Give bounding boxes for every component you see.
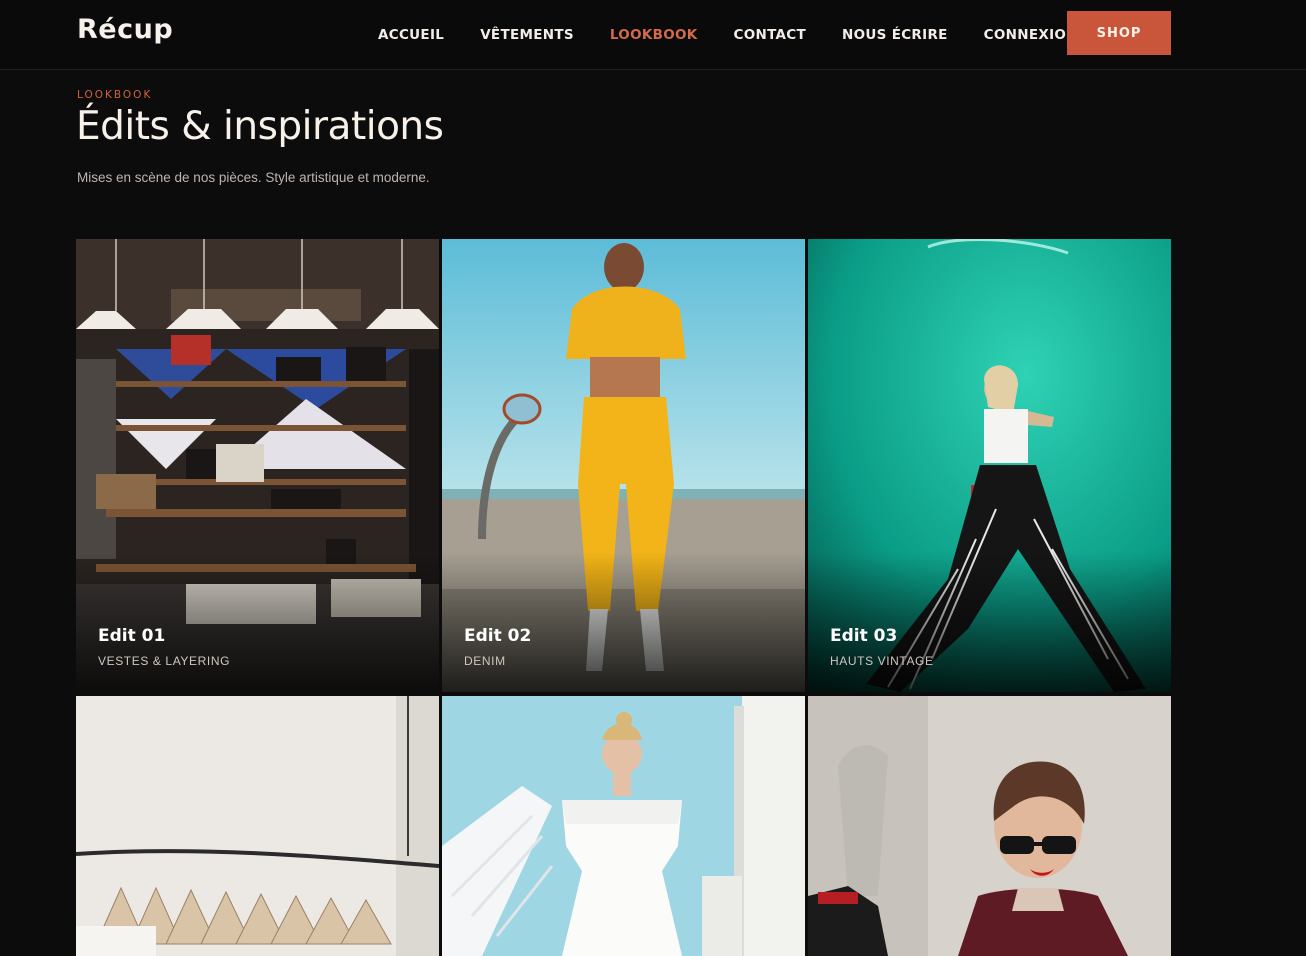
- card-title: Edit 01: [98, 626, 166, 646]
- shop-button[interactable]: SHOP: [1067, 11, 1171, 55]
- card-category: DENIM: [464, 654, 506, 668]
- main-nav: ACCUEIL VÊTEMENTS LOOKBOOK CONTACT NOUS …: [360, 0, 1096, 69]
- lookbook-card-clothing-rack[interactable]: [76, 696, 439, 956]
- lookbook-card-white-dress[interactable]: [442, 696, 805, 956]
- card-title: Edit 02: [464, 626, 532, 646]
- page-subtitle: Mises en scène de nos pièces. Style arti…: [77, 170, 430, 185]
- lookbook-card-sunglasses[interactable]: [808, 696, 1171, 956]
- nav-item-connexion[interactable]: CONNEXION: [984, 27, 1078, 43]
- clothing-rack-photo: [76, 696, 439, 956]
- card-title: Edit 03: [830, 626, 898, 646]
- nav-item-vetements[interactable]: VÊTEMENTS: [480, 27, 574, 43]
- card-category: VESTES & LAYERING: [98, 654, 231, 668]
- nav-item-accueil[interactable]: ACCUEIL: [378, 27, 444, 43]
- nav-item-contact[interactable]: CONTACT: [734, 27, 807, 43]
- brand-logo[interactable]: Récup: [77, 14, 173, 45]
- white-dress-stairs-photo: [442, 696, 805, 956]
- section-eyebrow: LOOKBOOK: [77, 89, 153, 101]
- lookbook-card-edit-03[interactable]: Edit 03 HAUTS VINTAGE: [808, 239, 1171, 692]
- top-navigation-bar: Récup ACCUEIL VÊTEMENTS LOOKBOOK CONTACT…: [0, 0, 1306, 70]
- sunglasses-portrait-photo: [808, 696, 1171, 956]
- nav-item-lookbook[interactable]: LOOKBOOK: [610, 27, 698, 43]
- page-title: Édits & inspirations: [76, 104, 444, 149]
- lookbook-card-edit-02[interactable]: Edit 02 DENIM: [442, 239, 805, 692]
- card-category: HAUTS VINTAGE: [830, 654, 934, 668]
- nav-item-nous-ecrire[interactable]: NOUS ÉCRIRE: [842, 27, 948, 43]
- lookbook-card-edit-01[interactable]: Edit 01 VESTES & LAYERING: [76, 239, 439, 692]
